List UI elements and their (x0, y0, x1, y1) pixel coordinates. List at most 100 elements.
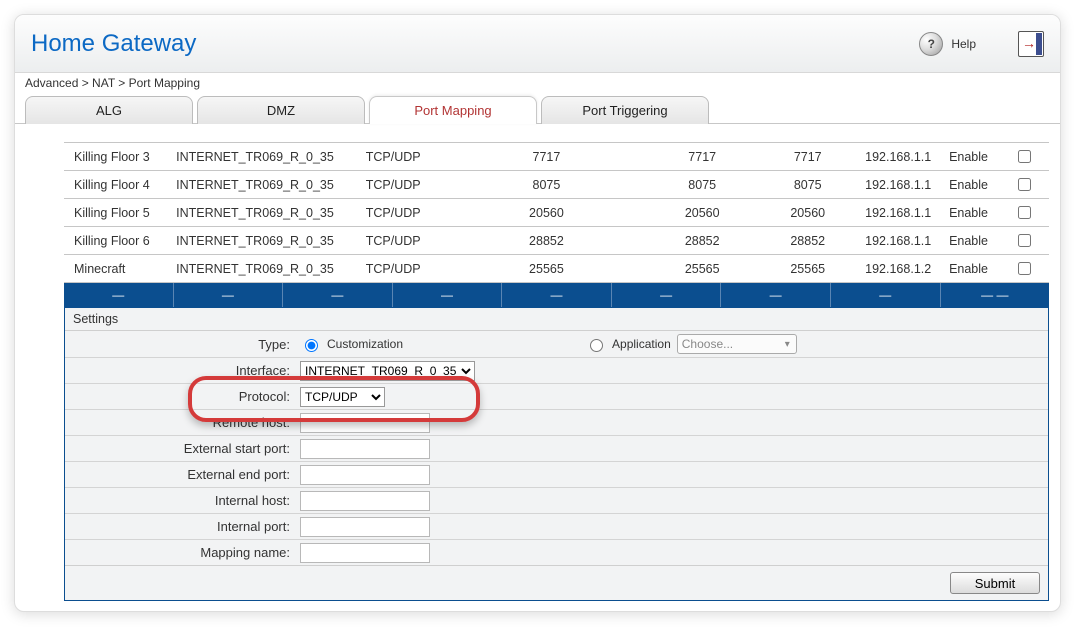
help-link[interactable]: ? Help (919, 32, 976, 56)
cell-ip: 192.168.1.1 (858, 143, 938, 171)
cell-port-ext-start: 8075 (446, 171, 647, 199)
divider-cell: — (393, 283, 503, 307)
cell-interface: INTERNET_TR069_R_0_35 (170, 199, 341, 227)
cell-port-ext-end: 7717 (647, 143, 758, 171)
cell-port-ext-start: 25565 (446, 255, 647, 283)
divider-cell: — (283, 283, 393, 307)
external-end-port-label: External end port: (65, 467, 300, 482)
divider-cell: — (502, 283, 612, 307)
breadcrumb: Advanced > NAT > Port Mapping (15, 73, 1060, 93)
divider-cell: — (721, 283, 831, 307)
header: Home Gateway ? Help (15, 15, 1060, 73)
cell-name: Minecraft (64, 255, 170, 283)
cell-protocol: TCP/UDP (340, 227, 446, 255)
divider-cell: — (831, 283, 941, 307)
interface-label: Interface: (65, 363, 300, 378)
help-label: Help (951, 37, 976, 51)
divider-cell: — — (941, 283, 1050, 307)
type-application-label: Application (612, 337, 671, 351)
cell-name: Killing Floor 3 (64, 143, 170, 171)
tab-dmz[interactable]: DMZ (197, 96, 365, 124)
cell-status: Enable (938, 171, 998, 199)
table-row: Killing Floor 3INTERNET_TR069_R_0_35TCP/… (64, 143, 1049, 171)
cell-ip: 192.168.1.1 (858, 171, 938, 199)
cell-port-int: 7717 (757, 143, 858, 171)
submit-button[interactable]: Submit (950, 572, 1040, 594)
tabs: ALG DMZ Port Mapping Port Triggering (15, 95, 1060, 124)
row-checkbox[interactable] (1018, 206, 1031, 219)
internal-host-label: Internal host: (65, 493, 300, 508)
table-row: Killing Floor 5INTERNET_TR069_R_0_35TCP/… (64, 199, 1049, 227)
divider-cell: — (612, 283, 722, 307)
internal-host-input[interactable] (300, 491, 430, 511)
external-start-port-input[interactable] (300, 439, 430, 459)
cell-status: Enable (938, 143, 998, 171)
cell-port-int: 20560 (757, 199, 858, 227)
cell-port-ext-end: 8075 (647, 171, 758, 199)
interface-select[interactable]: INTERNET_TR069_R_0_35 (300, 361, 475, 381)
type-application-radio[interactable] (590, 339, 603, 352)
cell-status: Enable (938, 227, 998, 255)
cell-status: Enable (938, 199, 998, 227)
row-checkbox[interactable] (1018, 262, 1031, 275)
cell-check (999, 227, 1049, 255)
cell-check (999, 171, 1049, 199)
cell-status: Enable (938, 255, 998, 283)
table-row: MinecraftINTERNET_TR069_R_0_35TCP/UDP255… (64, 255, 1049, 283)
cell-port-ext-end: 25565 (647, 255, 758, 283)
cell-port-int: 8075 (757, 171, 858, 199)
mapping-name-label: Mapping name: (65, 545, 300, 560)
cell-port-ext-start: 20560 (446, 199, 647, 227)
cell-interface: INTERNET_TR069_R_0_35 (170, 171, 341, 199)
table-row: Killing Floor 4INTERNET_TR069_R_0_35TCP/… (64, 171, 1049, 199)
cell-port-ext-start: 28852 (446, 227, 647, 255)
row-checkbox[interactable] (1018, 234, 1031, 247)
cell-ip: 192.168.1.1 (858, 227, 938, 255)
type-customization-label: Customization (327, 337, 403, 351)
tab-alg[interactable]: ALG (25, 96, 193, 124)
cell-interface: INTERNET_TR069_R_0_35 (170, 255, 341, 283)
cell-protocol: TCP/UDP (340, 255, 446, 283)
cell-name: Killing Floor 4 (64, 171, 170, 199)
logout-icon[interactable] (1018, 31, 1044, 57)
cell-protocol: TCP/UDP (340, 143, 446, 171)
page-title: Home Gateway (31, 30, 196, 58)
divider-cell: — (64, 283, 174, 307)
external-start-port-label: External start port: (65, 441, 300, 456)
table-row: Killing Floor 6INTERNET_TR069_R_0_35TCP/… (64, 227, 1049, 255)
row-checkbox[interactable] (1018, 150, 1031, 163)
cell-port-ext-end: 20560 (647, 199, 758, 227)
type-label: Type: (65, 337, 300, 352)
cell-ip: 192.168.1.2 (858, 255, 938, 283)
cell-port-int: 28852 (757, 227, 858, 255)
cell-check (999, 255, 1049, 283)
settings-title: Settings (65, 308, 1048, 331)
cell-check (999, 143, 1049, 171)
tab-port-mapping[interactable]: Port Mapping (369, 96, 537, 124)
mapping-name-input[interactable] (300, 543, 430, 563)
protocol-label: Protocol: (65, 389, 300, 404)
internal-port-label: Internal port: (65, 519, 300, 534)
mapping-table: Killing Floor 3INTERNET_TR069_R_0_35TCP/… (64, 142, 1049, 283)
remote-host-input[interactable] (300, 413, 430, 433)
settings-panel: Settings Type: Customization (64, 307, 1049, 601)
remote-host-label: Remote host: (65, 415, 300, 430)
application-select[interactable]: Choose... (677, 334, 797, 354)
cell-port-int: 25565 (757, 255, 858, 283)
cell-protocol: TCP/UDP (340, 199, 446, 227)
tab-port-triggering[interactable]: Port Triggering (541, 96, 709, 124)
cell-port-ext-start: 7717 (446, 143, 647, 171)
type-customization-radio[interactable] (305, 339, 318, 352)
cell-protocol: TCP/UDP (340, 171, 446, 199)
divider-bar: ————————— — (64, 283, 1049, 307)
protocol-select[interactable]: TCP/UDP (300, 387, 385, 407)
cell-interface: INTERNET_TR069_R_0_35 (170, 227, 341, 255)
cell-interface: INTERNET_TR069_R_0_35 (170, 143, 341, 171)
external-end-port-input[interactable] (300, 465, 430, 485)
cell-port-ext-end: 28852 (647, 227, 758, 255)
row-checkbox[interactable] (1018, 178, 1031, 191)
cell-name: Killing Floor 6 (64, 227, 170, 255)
internal-port-input[interactable] (300, 517, 430, 537)
cell-name: Killing Floor 5 (64, 199, 170, 227)
cell-ip: 192.168.1.1 (858, 199, 938, 227)
